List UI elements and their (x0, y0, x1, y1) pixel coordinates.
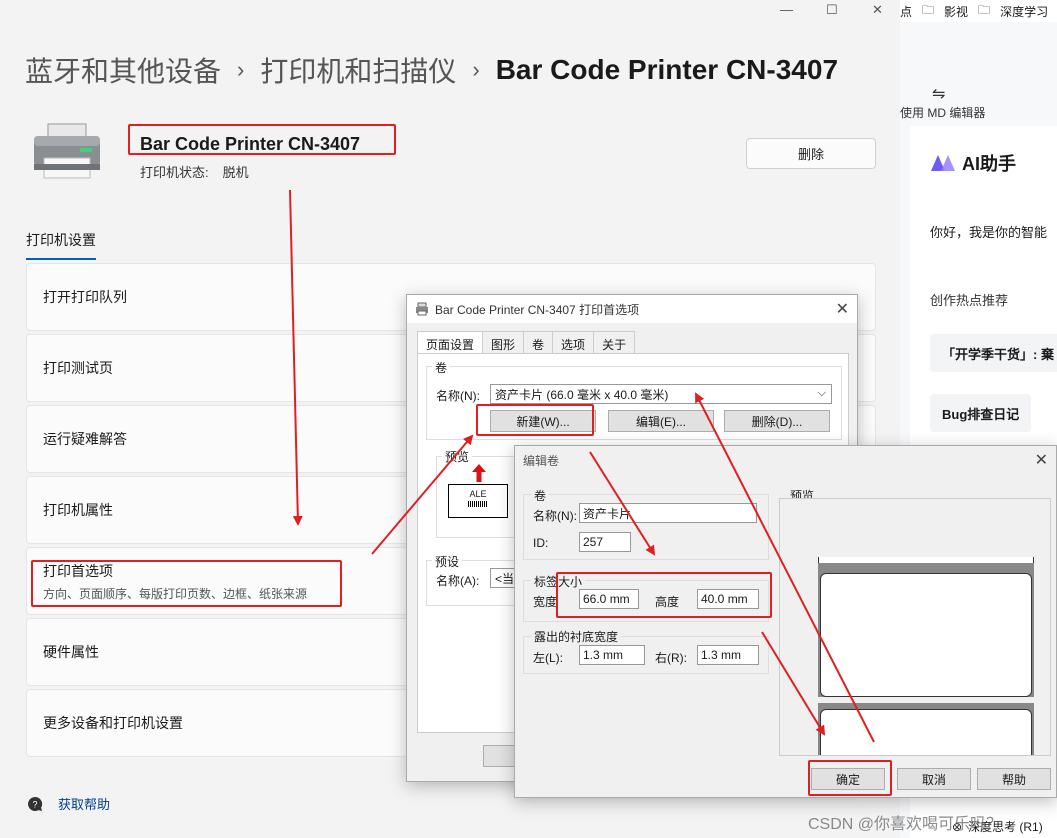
breadcrumb-current: Bar Code Printer CN-3407 (495, 54, 839, 85)
edit-roll-dialog: 编辑卷 ✕ 卷 名称(N): 资产卡片 ID: 257 标签大小 宽度 66.0… (514, 445, 1057, 798)
width-label: 宽度 (533, 595, 558, 609)
md-editor-toggle[interactable]: ⇋ 使用 MD 编辑器 (900, 84, 985, 121)
label-preview-text: ALE (469, 489, 487, 499)
roll-name-label: 名称(N): (436, 389, 480, 403)
dialog-titlebar: 编辑卷 ✕ (515, 446, 1056, 474)
preset-group-label: 预设 (432, 553, 463, 570)
barcode-icon (468, 501, 488, 507)
dialog-titlebar: Bar Code Printer CN-3407 打印首选项 ✕ (407, 295, 857, 323)
annotation-box-printing-preferences (31, 560, 342, 607)
ai-title-label: AI助手 (962, 154, 1016, 174)
annotation-box-new-button (476, 404, 594, 436)
status-value: 脱机 (222, 165, 249, 180)
roll-group-label: 卷 (432, 359, 451, 376)
printer-icon (34, 123, 100, 179)
annotation-box-ok-button (808, 760, 892, 796)
feed-direction-arrow-icon (472, 464, 486, 482)
chevron-down-icon: ⌵ (817, 387, 826, 399)
annotation-box-printer-name (128, 124, 396, 155)
preset-name-label: 名称(A): (436, 574, 480, 588)
chevron-right-icon: › (472, 57, 480, 82)
watermark: CSDN @你喜欢喝可乐吗？ (808, 816, 1003, 833)
get-help-label: 获取帮助 (58, 797, 111, 812)
folder-icon: 🗀 (922, 2, 935, 17)
help-button[interactable]: 帮助 (977, 768, 1051, 790)
bookmark-item[interactable]: 深度学习 (1000, 3, 1048, 20)
cancel-button[interactable]: 取消 (897, 768, 971, 790)
printer-small-icon (416, 302, 428, 316)
edit-roll-button[interactable]: 编辑(E)... (608, 410, 714, 432)
bookmarks-bar: 点 🗀 影视 🗀 深度学习 (900, 0, 1057, 22)
right-liner-field[interactable]: 1.3 mm (697, 645, 759, 665)
close-icon[interactable]: ✕ (1035, 450, 1048, 470)
preview-group-label: 预览 (442, 448, 473, 465)
breadcrumb-printers[interactable]: 打印机和扫描仪 (260, 50, 456, 90)
close-icon[interactable]: ✕ (836, 299, 849, 319)
left-liner-field[interactable]: 1.3 mm (579, 645, 645, 665)
id-label: ID: (533, 536, 549, 550)
preview-label-next (820, 709, 1032, 755)
chevron-right-icon: › (237, 57, 245, 82)
breadcrumb-bluetooth[interactable]: 蓝牙和其他设备 (25, 50, 221, 90)
hot-topics-heading: 创作热点推荐 (930, 293, 1009, 308)
annotation-box-label-size (556, 572, 772, 618)
help-chat-icon: ? (28, 796, 43, 811)
dialog-title: 编辑卷 (523, 453, 560, 468)
right-label: 右(R): (655, 651, 687, 665)
swap-icon: ⇋ (932, 86, 946, 103)
printer-status: 打印机状态: 脱机 (140, 162, 263, 181)
hot-topic-chip[interactable]: 「开学季干货」: 棄 (930, 334, 1057, 372)
liner-group-label: 露出的衬底宽度 (531, 628, 622, 645)
md-editor-label: 使用 MD 编辑器 (900, 106, 986, 120)
get-help-link[interactable]: ? 获取帮助 (26, 794, 110, 813)
close-button[interactable]: ✕ (872, 2, 883, 18)
svg-text:?: ? (32, 799, 37, 809)
tab-printer-settings[interactable]: 打印机设置 (26, 230, 96, 260)
delete-printer-button[interactable]: 删除 (746, 138, 876, 169)
maximize-button[interactable]: ☐ (826, 2, 838, 18)
minimize-button[interactable]: — (780, 2, 793, 17)
folder-icon: 🗀 (978, 2, 991, 17)
ai-title: AI助手 (930, 150, 1016, 176)
label-preview: ALE (448, 484, 508, 518)
breadcrumb: 蓝牙和其他设备 › 打印机和扫描仪 › Bar Code Printer CN-… (25, 50, 838, 90)
ai-greeting: 你好，我是你的智能 (930, 225, 1048, 240)
roll-preview (779, 498, 1051, 756)
roll-group-label: 卷 (531, 487, 550, 504)
id-field[interactable]: 257 (579, 532, 631, 552)
left-label: 左(L): (533, 651, 564, 665)
roll-name-value: 资产卡片 (66.0 毫米 x 40.0 毫米) (495, 387, 669, 402)
bookmark-item[interactable]: 点 (900, 3, 912, 20)
roll-name-field[interactable]: 资产卡片 (579, 503, 757, 523)
preview-label (820, 573, 1032, 697)
name-label: 名称(N): (533, 509, 577, 523)
bookmark-item[interactable]: 影视 (944, 3, 968, 20)
dialog-title: Bar Code Printer CN-3407 打印首选项 (435, 302, 640, 317)
status-label: 打印机状态: (140, 165, 209, 180)
hot-topic-chip[interactable]: Bug排查日记 (930, 394, 1032, 432)
ai-logo-icon (931, 155, 955, 171)
roll-name-select[interactable]: 资产卡片 (66.0 毫米 x 40.0 毫米) ⌵ (490, 384, 832, 404)
delete-roll-button[interactable]: 删除(D)... (724, 410, 830, 432)
